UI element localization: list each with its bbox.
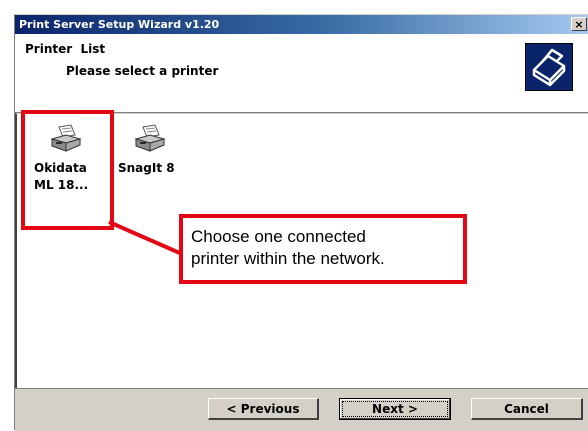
window-title: Print Server Setup Wizard v1.20 [19,18,220,31]
page-title: Printer List [25,42,106,56]
close-button[interactable]: × [571,17,587,31]
callout-line-2: printer within the network. [191,249,385,268]
printer-name-line2: ML 18... [34,178,89,192]
wizard-header: Printer List Please select a printer [15,34,588,113]
printer-icon [115,124,185,154]
printer-item-snagit[interactable]: SnagIt 8 [115,124,185,177]
printer-name-line1: Okidata [34,161,87,175]
instruction-callout: Choose one connected printer within the … [179,214,467,284]
button-bar: < Previous Next > Cancel [15,388,588,431]
wizard-window: Print Server Setup Wizard v1.20 × Printe… [14,14,588,431]
previous-button[interactable]: < Previous [208,398,319,420]
callout-line-1: Choose one connected [191,227,366,246]
printer-emblem-icon [525,43,573,91]
title-bar[interactable]: Print Server Setup Wizard v1.20 × [15,15,588,34]
printer-name-line1: SnagIt 8 [118,161,175,175]
printer-icon [31,124,101,154]
printer-item-okidata[interactable]: Okidata ML 18... [21,110,114,230]
next-button[interactable]: Next > [339,398,451,420]
cancel-button[interactable]: Cancel [471,398,583,420]
page-subtitle: Please select a printer [66,64,219,78]
printer-list[interactable]: Okidata ML 18... SnagIt 8 Choose one con… [15,110,588,388]
